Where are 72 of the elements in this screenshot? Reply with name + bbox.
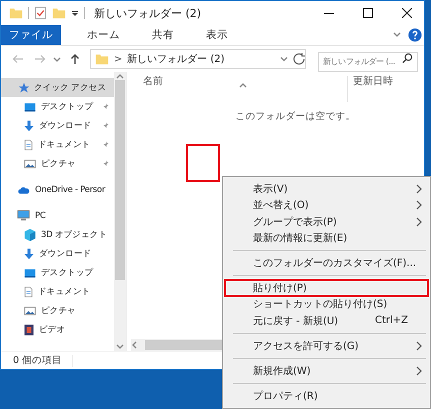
menu-item[interactable]: グループで表示(P) [225,214,428,230]
document-icon [23,284,34,298]
menu-item[interactable]: 新規作成(W) [225,362,428,379]
close-icon [402,8,412,18]
download-arrow-icon [23,118,35,132]
item-count: 0 個の項目 [13,354,62,367]
menu-item[interactable]: 貼り付け(P) [225,280,428,296]
help-icon [408,28,422,42]
picture-icon [23,304,37,316]
nav-item[interactable]: 3D オブジェクト [1,225,114,244]
nav-item[interactable]: デスクトップ [1,263,114,282]
forward-arrow-icon [34,54,46,64]
sort-ascending-icon [239,81,247,89]
menu-item[interactable]: 並べ替え(O) [225,197,428,214]
scroll-up-icon [116,72,124,80]
nav-item[interactable]: ピクチャ [1,301,114,320]
menu-item[interactable]: 表示(V) [225,181,428,198]
folder-icon [94,52,109,66]
search-icon [402,53,413,64]
breadcrumb-separator: > [114,54,122,64]
nav-item[interactable]: ピクチャ [1,154,114,173]
dropdown-icon [71,9,79,17]
film-icon [23,322,35,336]
menu-item[interactable]: プロパティ(R) [225,388,428,404]
picture-icon [23,158,37,170]
folder-icon [52,6,66,20]
scroll-down-icon [116,343,124,351]
desktop-icon [23,100,37,112]
column-header[interactable]: 更新日時 [348,74,418,102]
maximize-icon [363,8,373,18]
nav-item[interactable]: デスクトップ [1,97,114,116]
nav-item[interactable]: ビデオ [1,320,114,339]
nav-item[interactable]: ダウンロード [1,116,114,135]
menu-item[interactable]: ショートカットの貼り付け(S) [225,296,428,312]
nav-item[interactable]: OneDrive - Persor [1,180,114,199]
address-bar[interactable]: > 新しいフォルダー (2) [90,49,306,69]
scrollbar-thumb[interactable] [115,80,125,280]
menu-item[interactable]: 元に戻す - 新規(U) Ctrl+Z [225,312,428,329]
back-arrow-icon [12,54,24,64]
empty-folder-message: このフォルダーは空です。 [236,111,356,122]
window-title: 新しいフォルダー (2) [94,6,202,20]
desktop-icon [23,266,37,278]
ribbon-tab[interactable]: 共有 [136,25,190,45]
cube-icon [23,228,37,242]
nav-item[interactable]: ダウンロード [1,244,114,263]
document-icon [23,138,34,152]
scroll-left-icon [131,341,139,349]
star-icon [18,82,30,94]
chevron-down-icon [280,55,288,63]
nav-item[interactable]: クイック アクセス [1,78,114,97]
vertical-scrollbar[interactable] [114,72,126,351]
column-header[interactable]: 名前 [127,74,347,102]
search-field[interactable]: 新しいフォルダー (... [318,52,418,72]
chevron-down-icon [393,31,401,39]
up-arrow-icon [70,53,80,65]
shortcut-label: Ctrl+Z [374,315,408,326]
ribbon-tab[interactable]: 表示 [190,25,244,45]
nav-item[interactable]: PC [1,206,114,225]
checklist-icon [34,6,47,20]
ribbon-tab[interactable]: ファイル [1,25,61,45]
menu-item[interactable]: アクセスを許可する(G) [225,338,428,354]
computer-icon [16,209,31,222]
menu-item[interactable]: 最新の情報に更新(E) [225,230,428,246]
menu-item[interactable]: このフォルダーのカスタマイズ(F)... [225,254,428,272]
refresh-icon [292,53,305,65]
folder-icon [9,6,23,20]
ribbon-tab[interactable]: ホーム [71,25,136,45]
nav-item[interactable]: ドキュメント [1,282,114,301]
download-arrow-icon [23,246,35,260]
nav-item[interactable]: ドキュメント [1,135,114,154]
chevron-down-icon [53,55,62,63]
address-path: 新しいフォルダー (2) [127,52,226,66]
